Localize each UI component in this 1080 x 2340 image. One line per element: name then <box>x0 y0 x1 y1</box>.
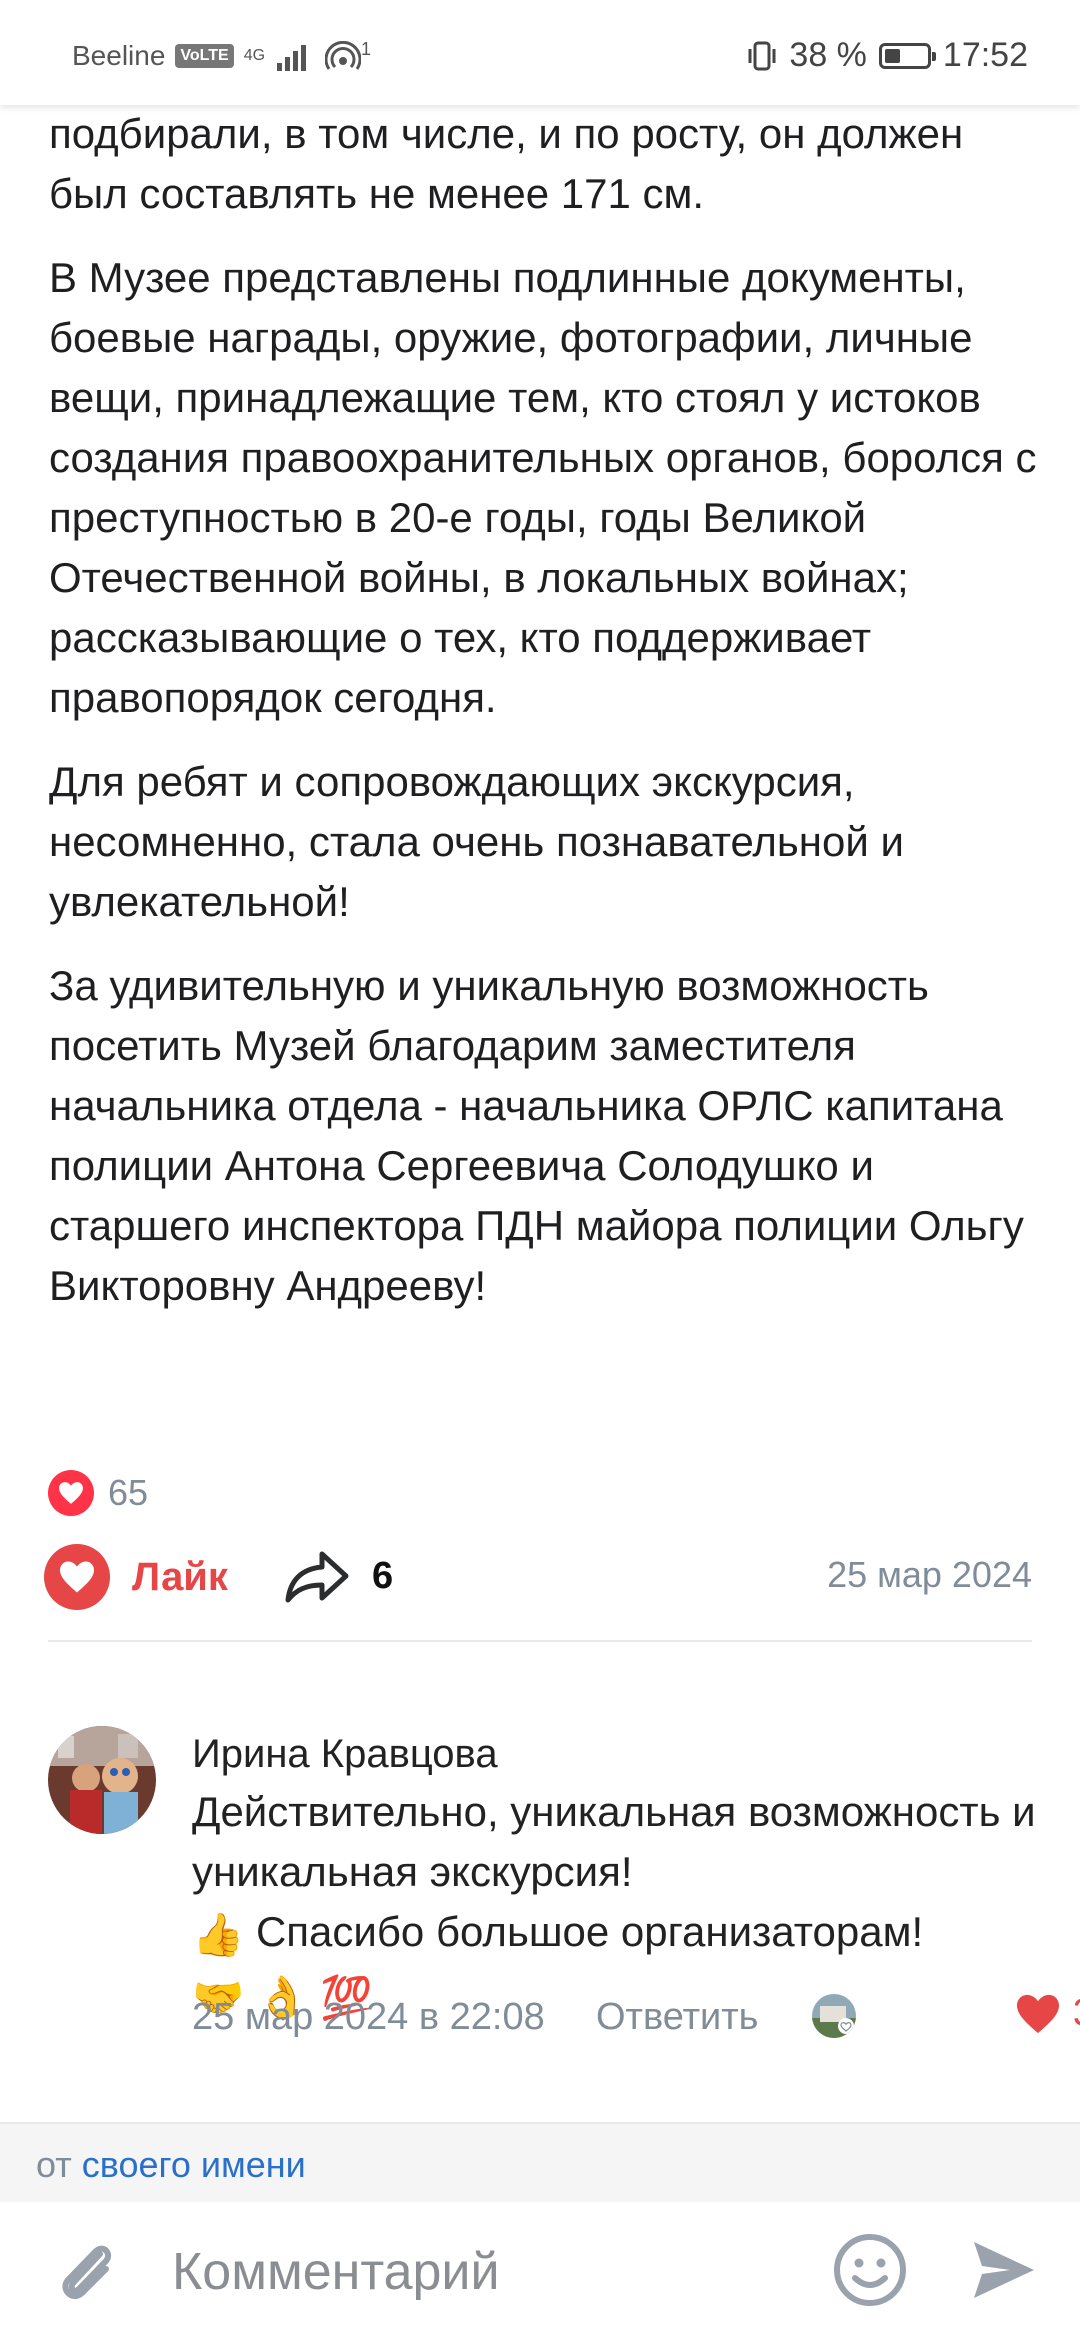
status-left: Beeline VoLTE 4G 1 <box>72 38 372 72</box>
post-actions: Лайк 6 25 мар 2024 <box>44 1544 1032 1614</box>
paragraph: Для ребят и сопровождающих экскурсия, не… <box>49 758 904 925</box>
paragraph: подбирали, в том числе, и по росту, он д… <box>49 110 964 217</box>
comment-as-prefix: от <box>36 2144 72 2185</box>
divider <box>48 1640 1032 1642</box>
comment-timestamp: 25 мар 2024 в 22:08 <box>192 1996 545 2038</box>
share-icon <box>285 1551 349 1603</box>
hotspot-count: 1 <box>361 38 372 59</box>
avatar[interactable] <box>48 1726 156 1834</box>
comment-likes-count: 3 <box>1073 1992 1080 2035</box>
like-button[interactable]: Лайк <box>44 1544 228 1610</box>
clock: 17:52 <box>942 36 1028 74</box>
comment-as-bar: от своего имени <box>0 2122 1080 2204</box>
paragraph: За удивительную и уникальную возможность… <box>49 962 1024 1309</box>
comment-text-line2: Спасибо большое организаторам! <box>255 1908 924 1955</box>
signal-icon <box>277 45 307 71</box>
liker-avatar[interactable] <box>812 1994 856 2038</box>
carrier-name: Beeline <box>72 40 166 71</box>
attach-button[interactable] <box>48 2232 128 2317</box>
send-button[interactable] <box>968 2234 1040 2311</box>
hotspot-icon <box>325 41 362 70</box>
send-icon <box>974 2242 1034 2298</box>
post-date: 25 мар 2024 <box>827 1554 1032 1595</box>
battery-percent: 38 % <box>789 36 867 74</box>
network-type: 4G <box>243 47 266 64</box>
vibrate-icon <box>748 41 776 70</box>
post-body: подбирали, в том числе, и по росту, он д… <box>49 104 1039 1340</box>
paragraph: В Музее представлены подлинные документы… <box>49 254 1037 721</box>
paperclip-icon <box>62 2245 112 2299</box>
comment-input[interactable] <box>170 2238 794 2306</box>
like-label: Лайк <box>132 1554 228 1599</box>
volte-badge: VoLTE <box>175 44 234 68</box>
heart-icon <box>48 1470 94 1516</box>
comment-like-button[interactable]: 3 <box>1015 1992 1080 2035</box>
comment-text-line1: Действительно, уникальная возможность и … <box>192 1788 1036 1895</box>
comment-author[interactable]: Ирина Кравцова <box>192 1726 1052 1782</box>
heart-icon <box>1016 1994 1059 2033</box>
comment-composer <box>0 2202 1080 2340</box>
comment-body: Ирина Кравцова Действительно, уникальная… <box>192 1726 1052 2028</box>
comment-as-label: от своего имени <box>36 2144 306 2186</box>
emoji-button[interactable] <box>830 2230 910 2315</box>
share-count: 6 <box>372 1554 394 1597</box>
reply-button[interactable]: Ответить <box>596 1996 758 2039</box>
status-right: 38 % 17:52 <box>747 36 1028 75</box>
smile-icon <box>834 2234 906 2306</box>
comment-as-selector[interactable]: своего имени <box>82 2144 306 2185</box>
comment-meta: 25 мар 2024 в 22:08 Ответить 3 <box>192 1988 1080 2048</box>
status-bar: Beeline VoLTE 4G 1 38 % 17:52 <box>0 0 1080 105</box>
heart-icon <box>44 1544 110 1610</box>
share-button[interactable]: 6 <box>284 1548 393 1604</box>
thumbs-up-emoji: 👍 <box>192 1910 245 1958</box>
likes-count: 65 <box>108 1472 149 1513</box>
reactions-summary[interactable]: 65 <box>48 1470 148 1516</box>
battery-icon <box>878 42 936 69</box>
